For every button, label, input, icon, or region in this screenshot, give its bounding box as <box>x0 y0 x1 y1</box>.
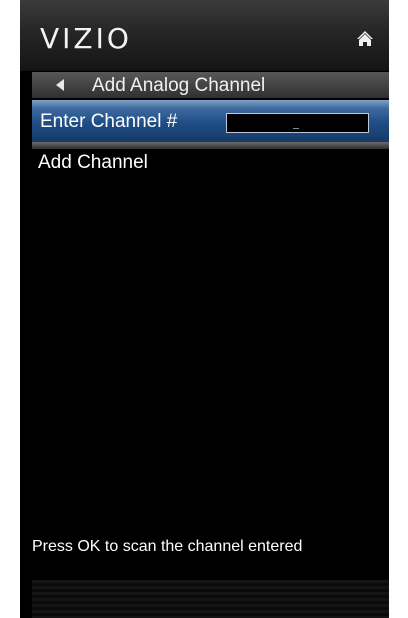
enter-channel-row[interactable]: Enter Channel # <box>32 100 389 142</box>
add-channel-row[interactable]: Add Channel <box>32 152 389 180</box>
channel-number-input[interactable] <box>226 113 369 133</box>
add-channel-label: Add Channel <box>38 152 148 173</box>
menu-title: Add Analog Channel <box>92 75 266 96</box>
home-icon[interactable] <box>355 29 375 49</box>
tv-menu-panel: VIZIO Add Analog Channel Enter Channel #… <box>20 0 389 618</box>
vizio-logo: VIZIO <box>40 22 132 55</box>
back-arrow-icon[interactable] <box>56 79 64 91</box>
enter-channel-label: Enter Channel # <box>40 111 178 132</box>
menu-title-bar: Add Analog Channel <box>32 72 389 98</box>
menu-header: VIZIO <box>20 0 389 71</box>
row-divider <box>32 142 389 149</box>
footer-hint: Press OK to scan the channel entered <box>32 538 303 555</box>
input-cursor <box>293 128 299 129</box>
footer-bar <box>32 580 389 618</box>
